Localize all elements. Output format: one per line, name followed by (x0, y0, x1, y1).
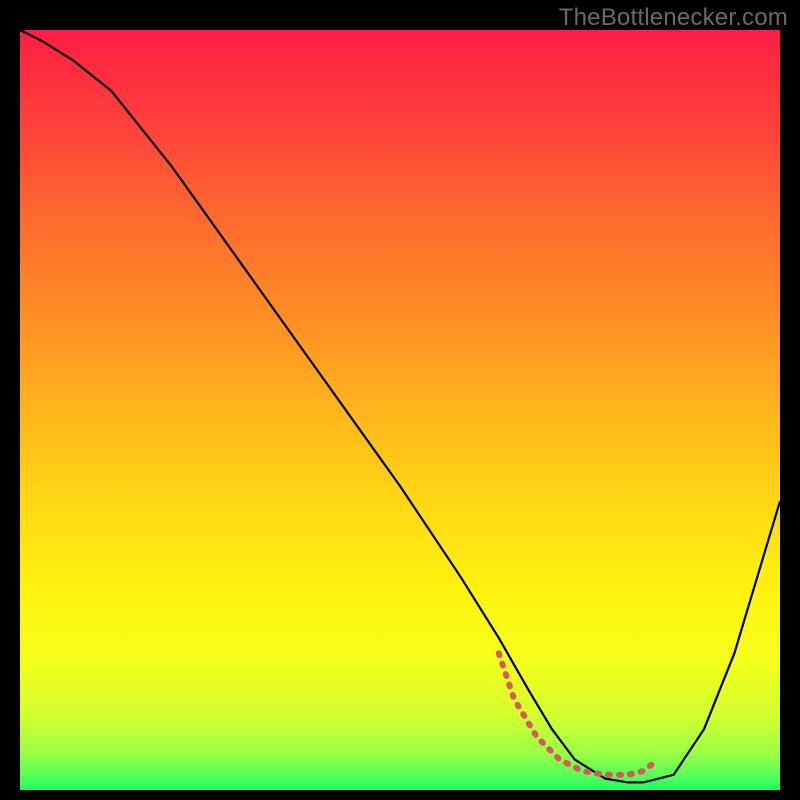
chart-background (20, 30, 780, 790)
bottleneck-chart (20, 30, 780, 790)
chart-frame (20, 30, 780, 790)
watermark-text: TheBottlenecker.com (559, 4, 788, 32)
